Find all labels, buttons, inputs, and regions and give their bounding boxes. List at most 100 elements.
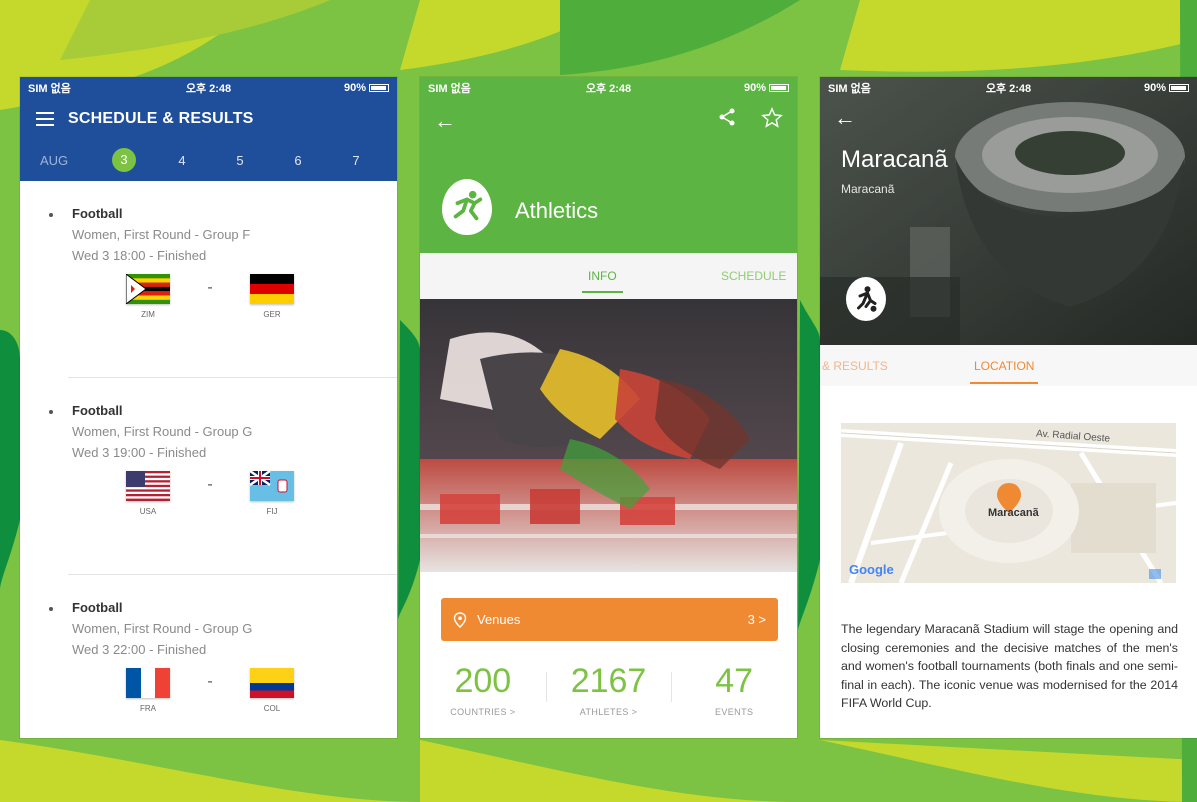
away-team: GER: [248, 274, 296, 319]
date-selector: AUG 3 4 5 6 7: [20, 139, 397, 181]
day-tab-selected[interactable]: 3: [95, 148, 153, 172]
match-item[interactable]: Football Women, First Round - Group G We…: [20, 575, 397, 738]
match-teams: USA - FIJ: [124, 471, 397, 516]
match-item[interactable]: Football Women, First Round - Group F We…: [20, 181, 397, 378]
stat-athletes[interactable]: 2167 ATHLETES >: [545, 662, 672, 717]
team-code: FIJ: [266, 507, 278, 516]
schedule-screen: SIM 없음 오후 2:48 90% SCHEDULE & RESULTS AU…: [20, 77, 397, 738]
flag-france-icon: [126, 668, 170, 698]
battery-icon: [369, 84, 389, 92]
score-separator: -: [207, 476, 213, 493]
venues-label-group: Venues: [453, 611, 748, 628]
battery-level: 90%: [1143, 82, 1166, 94]
team-code: USA: [139, 507, 157, 516]
bullet: [49, 607, 53, 611]
title-row: SCHEDULE & RESULTS: [20, 99, 397, 139]
location-map[interactable]: Av. Radial Oeste Maracanã Google: [841, 423, 1176, 583]
stat-value: 47: [715, 662, 754, 700]
flag-usa-icon: [126, 471, 170, 501]
sport-header: SIM 없음 오후 2:48 90% ← Athletics: [420, 77, 797, 253]
battery-icon: [1169, 84, 1189, 92]
menu-icon[interactable]: [36, 112, 54, 126]
stat-label: EVENTS: [714, 707, 754, 717]
team-code: COL: [263, 704, 281, 713]
tab-results[interactable]: & RESULTS: [822, 359, 888, 373]
match-sport: Football: [72, 206, 123, 221]
bullet: [49, 410, 53, 414]
battery-icon: [769, 84, 789, 92]
match-sport: Football: [72, 403, 123, 418]
tab-bar: & RESULTS LOCATION: [820, 345, 1197, 386]
map-pin-label: Maracanã: [988, 507, 1039, 519]
status-bar: SIM 없음 오후 2:48 90%: [820, 77, 1197, 99]
home-team: FRA: [124, 668, 172, 713]
clock: 오후 2:48: [185, 83, 232, 95]
day-tab[interactable]: 6: [269, 153, 327, 168]
tab-info[interactable]: INFO: [582, 269, 623, 293]
away-team: COL: [248, 668, 296, 713]
schedule-header: SIM 없음 오후 2:48 90% SCHEDULE & RESULTS AU…: [20, 77, 397, 181]
share-icon[interactable]: [717, 107, 737, 135]
venue-title: Maracanã: [841, 146, 948, 173]
flag-germany-icon: [250, 274, 294, 304]
venue-hero: SIM 없음 오후 2:48 90% ← Maracanã Maracanã: [820, 77, 1197, 345]
match-round: Women, First Round - Group F: [72, 227, 251, 242]
stat-events: 47 EVENTS: [671, 662, 797, 717]
carrier: SIM 없음: [828, 83, 871, 95]
away-team: FIJ: [248, 471, 296, 516]
nav-actions: [717, 107, 783, 135]
venues-button[interactable]: Venues 3 >: [441, 598, 778, 641]
clock: 오후 2:48: [985, 83, 1032, 95]
match-time: Wed 3 19:00 - Finished: [72, 445, 207, 460]
carrier: SIM 없음: [428, 83, 471, 95]
battery: 90%: [1144, 82, 1189, 94]
day-tab[interactable]: 4: [153, 153, 211, 168]
nav-bar: ←: [434, 107, 783, 135]
athletics-photo: [420, 299, 797, 572]
venue-description: The legendary Maracanã Stadium will stag…: [841, 622, 1178, 710]
stats-row: 200 COUNTRIES > 2167 ATHLETES > 47 EVENT…: [420, 662, 797, 717]
match-round: Women, First Round - Group G: [72, 621, 253, 636]
flag-zimbabwe-icon: [126, 274, 170, 304]
star-icon[interactable]: [761, 107, 783, 135]
map-tiles: [841, 423, 1176, 583]
venue-screen: SIM 없음 오후 2:48 90% ← Maracanã Maracanã &…: [820, 77, 1197, 738]
athletics-icon: [442, 179, 492, 235]
match-sport: Football: [72, 600, 123, 615]
home-team: ZIM: [124, 274, 172, 319]
clock: 오후 2:48: [585, 83, 632, 95]
match-teams: ZIM - GER: [124, 274, 397, 319]
tab-schedule[interactable]: SCHEDULE: [721, 269, 786, 283]
flag-fiji-icon: [250, 471, 294, 501]
sport-title: Athletics: [515, 198, 599, 223]
football-icon: [846, 277, 886, 321]
back-arrow-icon[interactable]: ←: [834, 105, 856, 131]
match-round: Women, First Round - Group G: [72, 424, 253, 439]
day-tab[interactable]: 7: [327, 153, 385, 168]
stat-label: ATHLETES >: [579, 707, 638, 717]
stat-countries[interactable]: 200 COUNTRIES >: [420, 662, 546, 717]
google-logo: Google: [849, 562, 894, 577]
battery-level: 90%: [343, 82, 366, 94]
match-item[interactable]: Football Women, First Round - Group G We…: [20, 378, 397, 575]
battery: 90%: [344, 82, 389, 94]
status-bar: SIM 없음 오후 2:48 90%: [420, 77, 797, 99]
carrier: SIM 없음: [28, 83, 71, 95]
status-bar: SIM 없음 오후 2:48 90%: [20, 77, 397, 99]
bullet: [49, 213, 53, 217]
back-arrow-icon[interactable]: ←: [434, 108, 456, 134]
month-label: AUG: [40, 152, 69, 168]
day-tab[interactable]: 5: [211, 153, 269, 168]
team-code: GER: [263, 310, 281, 319]
stat-value: 200: [454, 662, 512, 700]
stat-value: 2167: [570, 662, 647, 700]
score-separator: -: [207, 673, 213, 690]
team-code: ZIM: [141, 310, 155, 319]
venues-count: 3 >: [747, 612, 766, 627]
match-time: Wed 3 18:00 - Finished: [72, 248, 207, 263]
venues-label: Venues: [477, 612, 521, 627]
match-teams: FRA - COL: [124, 668, 397, 713]
tab-location[interactable]: LOCATION: [969, 359, 1039, 384]
flag-colombia-icon: [250, 668, 294, 698]
home-team: USA: [124, 471, 172, 516]
